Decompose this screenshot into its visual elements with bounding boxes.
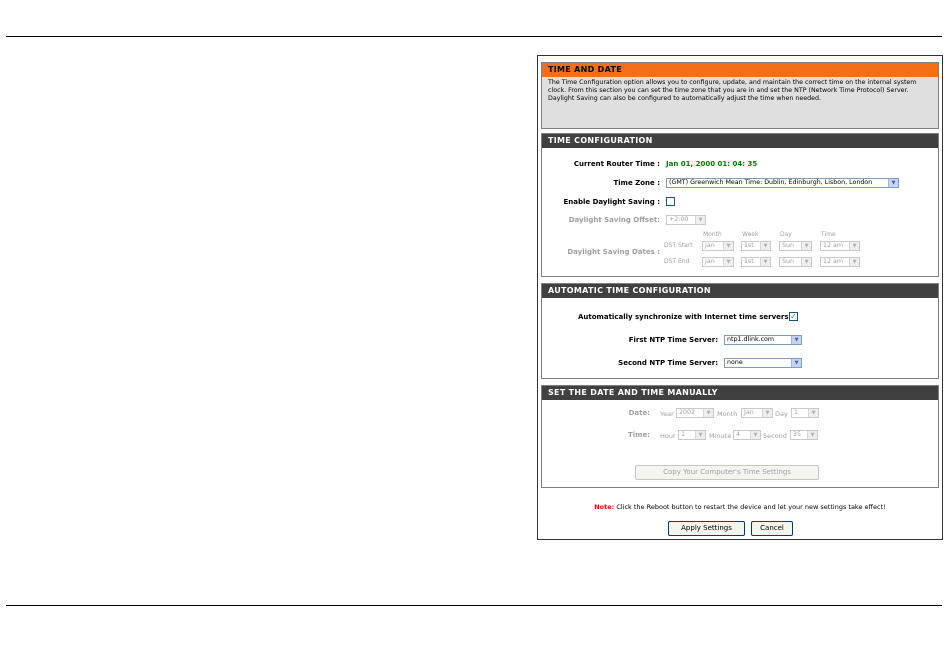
month-label: Month (717, 410, 738, 418)
chevron-down-icon: ▼ (849, 258, 859, 266)
chevron-down-icon: ▼ (888, 179, 898, 187)
dst-day-header: Day (780, 231, 792, 238)
dst-end-label: DST End (664, 258, 690, 265)
hour-label: Hour (660, 432, 676, 440)
chevron-down-icon: ▼ (807, 431, 817, 439)
dst-start-time-select[interactable]: 12 am ▼ (820, 241, 860, 251)
dst-start-month-value: Jan (705, 242, 715, 249)
dst-start-label: DST Start (664, 242, 693, 249)
year-select[interactable]: 2002 ▼ (676, 408, 714, 418)
chevron-down-icon: ▼ (791, 359, 801, 367)
dst-start-time-value: 12 am (823, 242, 844, 249)
daylight-saving-dates-label: Daylight Saving Dates : (567, 248, 660, 256)
dst-end-time-value: 12 am (823, 258, 844, 265)
second-value: 35 (793, 431, 802, 438)
chevron-down-icon: ▼ (750, 431, 760, 439)
dst-week-header: Week (742, 231, 759, 238)
dst-start-month-select[interactable]: Jan ▼ (702, 241, 734, 251)
dst-end-week-value: 1st (744, 258, 754, 265)
dst-start-week-value: 1st (744, 242, 754, 249)
enable-daylight-saving-label: Enable Daylight Saving : (563, 198, 661, 206)
copy-computer-time-button[interactable]: Copy Your Computer's Time Settings (635, 465, 819, 480)
first-ntp-server-label: First NTP Time Server: (628, 336, 718, 344)
time-zone-label: Time Zone : (613, 179, 660, 187)
month-select[interactable]: Jan ▼ (741, 408, 773, 418)
manual-time-label: Time: (627, 431, 650, 439)
first-ntp-server-value: ntp1.dlink.com (727, 336, 775, 343)
dst-start-day-value: Sun (782, 242, 794, 249)
dst-time-header: Time (821, 231, 836, 238)
daylight-saving-offset-value: +2:00 (669, 216, 689, 223)
chevron-down-icon: ▼ (760, 258, 770, 266)
dst-end-week-select[interactable]: 1st ▼ (741, 257, 771, 267)
dst-end-day-select[interactable]: Sun ▼ (779, 257, 812, 267)
dst-start-day-select[interactable]: Sun ▼ (779, 241, 812, 251)
dst-month-header: Month (703, 231, 722, 238)
section-title-time-configuration: TIME CONFIGURATION (542, 134, 938, 148)
note-text: Click the Reboot button to restart the d… (614, 503, 886, 511)
auto-sync-label: Automatically synchronize with Internet … (578, 313, 789, 321)
second-select[interactable]: 35 ▼ (790, 430, 818, 440)
hour-select[interactable]: 1 ▼ (678, 430, 706, 440)
chevron-down-icon: ▼ (808, 409, 818, 417)
top-divider (6, 36, 942, 37)
section-description: The Time Configuration option allows you… (548, 79, 917, 102)
daylight-saving-offset-select[interactable]: +2:00 ▼ (666, 215, 706, 225)
dst-end-day-value: Sun (782, 258, 794, 265)
chevron-down-icon: ▼ (760, 242, 770, 250)
router-settings-panel: TIME AND DATE The Time Configuration opt… (537, 55, 943, 540)
chevron-down-icon: ▼ (849, 242, 859, 250)
first-ntp-server-select[interactable]: ntp1.dlink.com ▼ (724, 335, 802, 345)
bottom-divider (6, 605, 942, 606)
section-title-automatic-time: AUTOMATIC TIME CONFIGURATION (542, 284, 938, 298)
enable-daylight-saving-checkbox[interactable] (666, 197, 675, 206)
auto-sync-checkbox[interactable]: ✓ (789, 312, 798, 321)
year-value: 2002 (679, 409, 696, 416)
second-ntp-server-label: Second NTP Time Server: (618, 359, 718, 367)
current-router-time-label: Current Router Time : (573, 160, 660, 168)
dst-end-month-select[interactable]: Jan ▼ (702, 257, 734, 267)
note-prefix: Note: (594, 503, 615, 511)
checkmark-icon: ✓ (790, 312, 797, 321)
reboot-note: Note: Click the Reboot button to restart… (538, 503, 942, 511)
second-ntp-server-value: none (727, 359, 743, 366)
chevron-down-icon: ▼ (762, 409, 772, 417)
chevron-down-icon: ▼ (695, 431, 705, 439)
dst-end-time-select[interactable]: 12 am ▼ (820, 257, 860, 267)
minute-select[interactable]: 4 ▼ (733, 430, 761, 440)
time-and-date-section: TIME AND DATE The Time Configuration opt… (541, 62, 939, 129)
dst-start-week-select[interactable]: 1st ▼ (741, 241, 771, 251)
chevron-down-icon: ▼ (723, 258, 733, 266)
hour-value: 1 (681, 431, 686, 438)
manual-date-time-section: SET THE DATE AND TIME MANUALLY Date: Yea… (541, 385, 939, 488)
chevron-down-icon: ▼ (801, 242, 811, 250)
day-select[interactable]: 1 ▼ (791, 408, 819, 418)
apply-settings-button[interactable]: Apply Settings (668, 521, 745, 536)
month-value: Jan (744, 409, 754, 416)
time-configuration-section: TIME CONFIGURATION Current Router Time :… (541, 133, 939, 277)
daylight-saving-offset-label: Daylight Saving Offset: (568, 216, 660, 224)
current-router-time-value: Jan 01, 2000 01: 04: 35 (666, 160, 758, 168)
cancel-button[interactable]: Cancel (751, 521, 793, 536)
manual-date-label: Date: (628, 409, 650, 417)
chevron-down-icon: ▼ (791, 336, 801, 344)
dst-end-month-value: Jan (705, 258, 715, 265)
year-label: Year (660, 410, 674, 418)
time-zone-value: (GMT) Greenwich Mean Time: Dublin, Edinb… (669, 179, 873, 186)
section-title-time-and-date: TIME AND DATE (542, 63, 938, 77)
second-label: Second (763, 432, 787, 440)
time-zone-select[interactable]: (GMT) Greenwich Mean Time: Dublin, Edinb… (666, 178, 899, 188)
day-label: Day (775, 410, 788, 418)
chevron-down-icon: ▼ (695, 216, 705, 224)
automatic-time-configuration-section: AUTOMATIC TIME CONFIGURATION Automatical… (541, 283, 939, 379)
day-value: 1 (794, 409, 799, 416)
chevron-down-icon: ▼ (801, 258, 811, 266)
second-ntp-server-select[interactable]: none ▼ (724, 358, 802, 368)
minute-value: 4 (736, 431, 741, 438)
section-title-manual-date-time: SET THE DATE AND TIME MANUALLY (542, 386, 938, 400)
chevron-down-icon: ▼ (703, 409, 713, 417)
chevron-down-icon: ▼ (723, 242, 733, 250)
minute-label: Minute (709, 432, 732, 440)
